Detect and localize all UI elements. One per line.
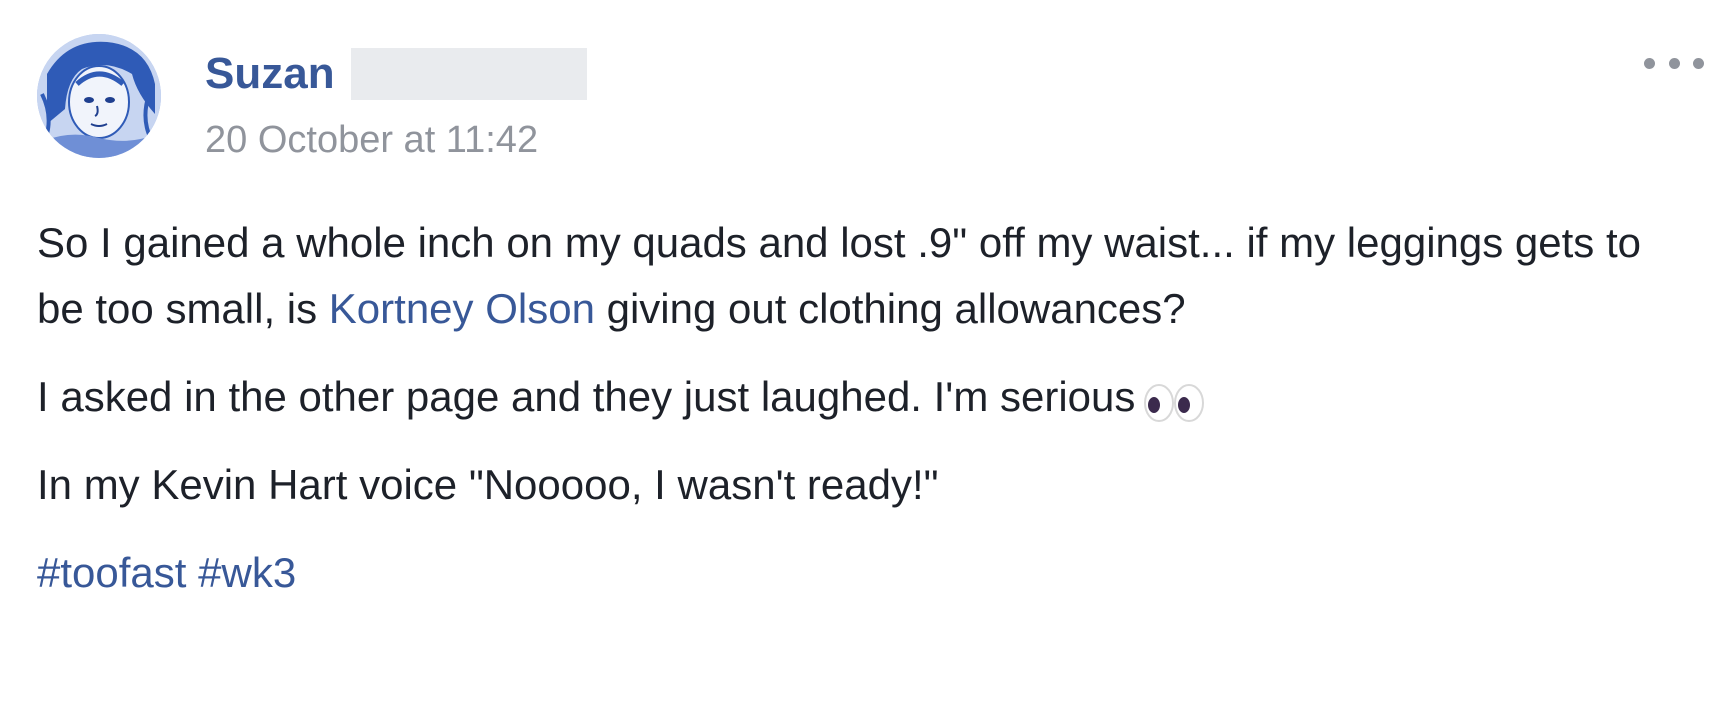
post-paragraph: I asked in the other page and they just … [37, 364, 1697, 430]
more-options-button[interactable] [1644, 48, 1704, 78]
author-row: Suzan [205, 48, 587, 100]
hashtag-row: #toofast #wk3 [37, 540, 1697, 606]
ellipsis-dot-icon [1644, 57, 1655, 69]
post-text: I asked in the other page and they just … [37, 373, 1136, 420]
author-avatar[interactable] [37, 34, 161, 158]
avatar-illustration [37, 34, 161, 158]
post-body: So I gained a whole inch on my quads and… [37, 210, 1697, 628]
facebook-post: Suzan 20 October at 11:42 So I gained a … [0, 0, 1730, 716]
post-paragraph: In my Kevin Hart voice "Nooooo, I wasn't… [37, 452, 1697, 518]
eyes-emoji-icon [1143, 376, 1205, 422]
hashtag-link[interactable]: #wk3 [198, 549, 296, 596]
ellipsis-dot-icon [1693, 57, 1704, 69]
post-text: giving out clothing allowances? [594, 285, 1186, 332]
ellipsis-dot-icon [1668, 57, 1680, 69]
hashtag-link[interactable]: #toofast [37, 549, 186, 596]
post-timestamp[interactable]: 20 October at 11:42 [205, 118, 538, 162]
author-name-link[interactable]: Suzan [205, 48, 335, 100]
mention-link[interactable]: Kortney Olson [329, 285, 595, 332]
post-text: In my Kevin Hart voice "Nooooo, I wasn't… [37, 461, 939, 508]
post-paragraph: So I gained a whole inch on my quads and… [37, 210, 1697, 342]
redacted-surname [350, 48, 587, 100]
